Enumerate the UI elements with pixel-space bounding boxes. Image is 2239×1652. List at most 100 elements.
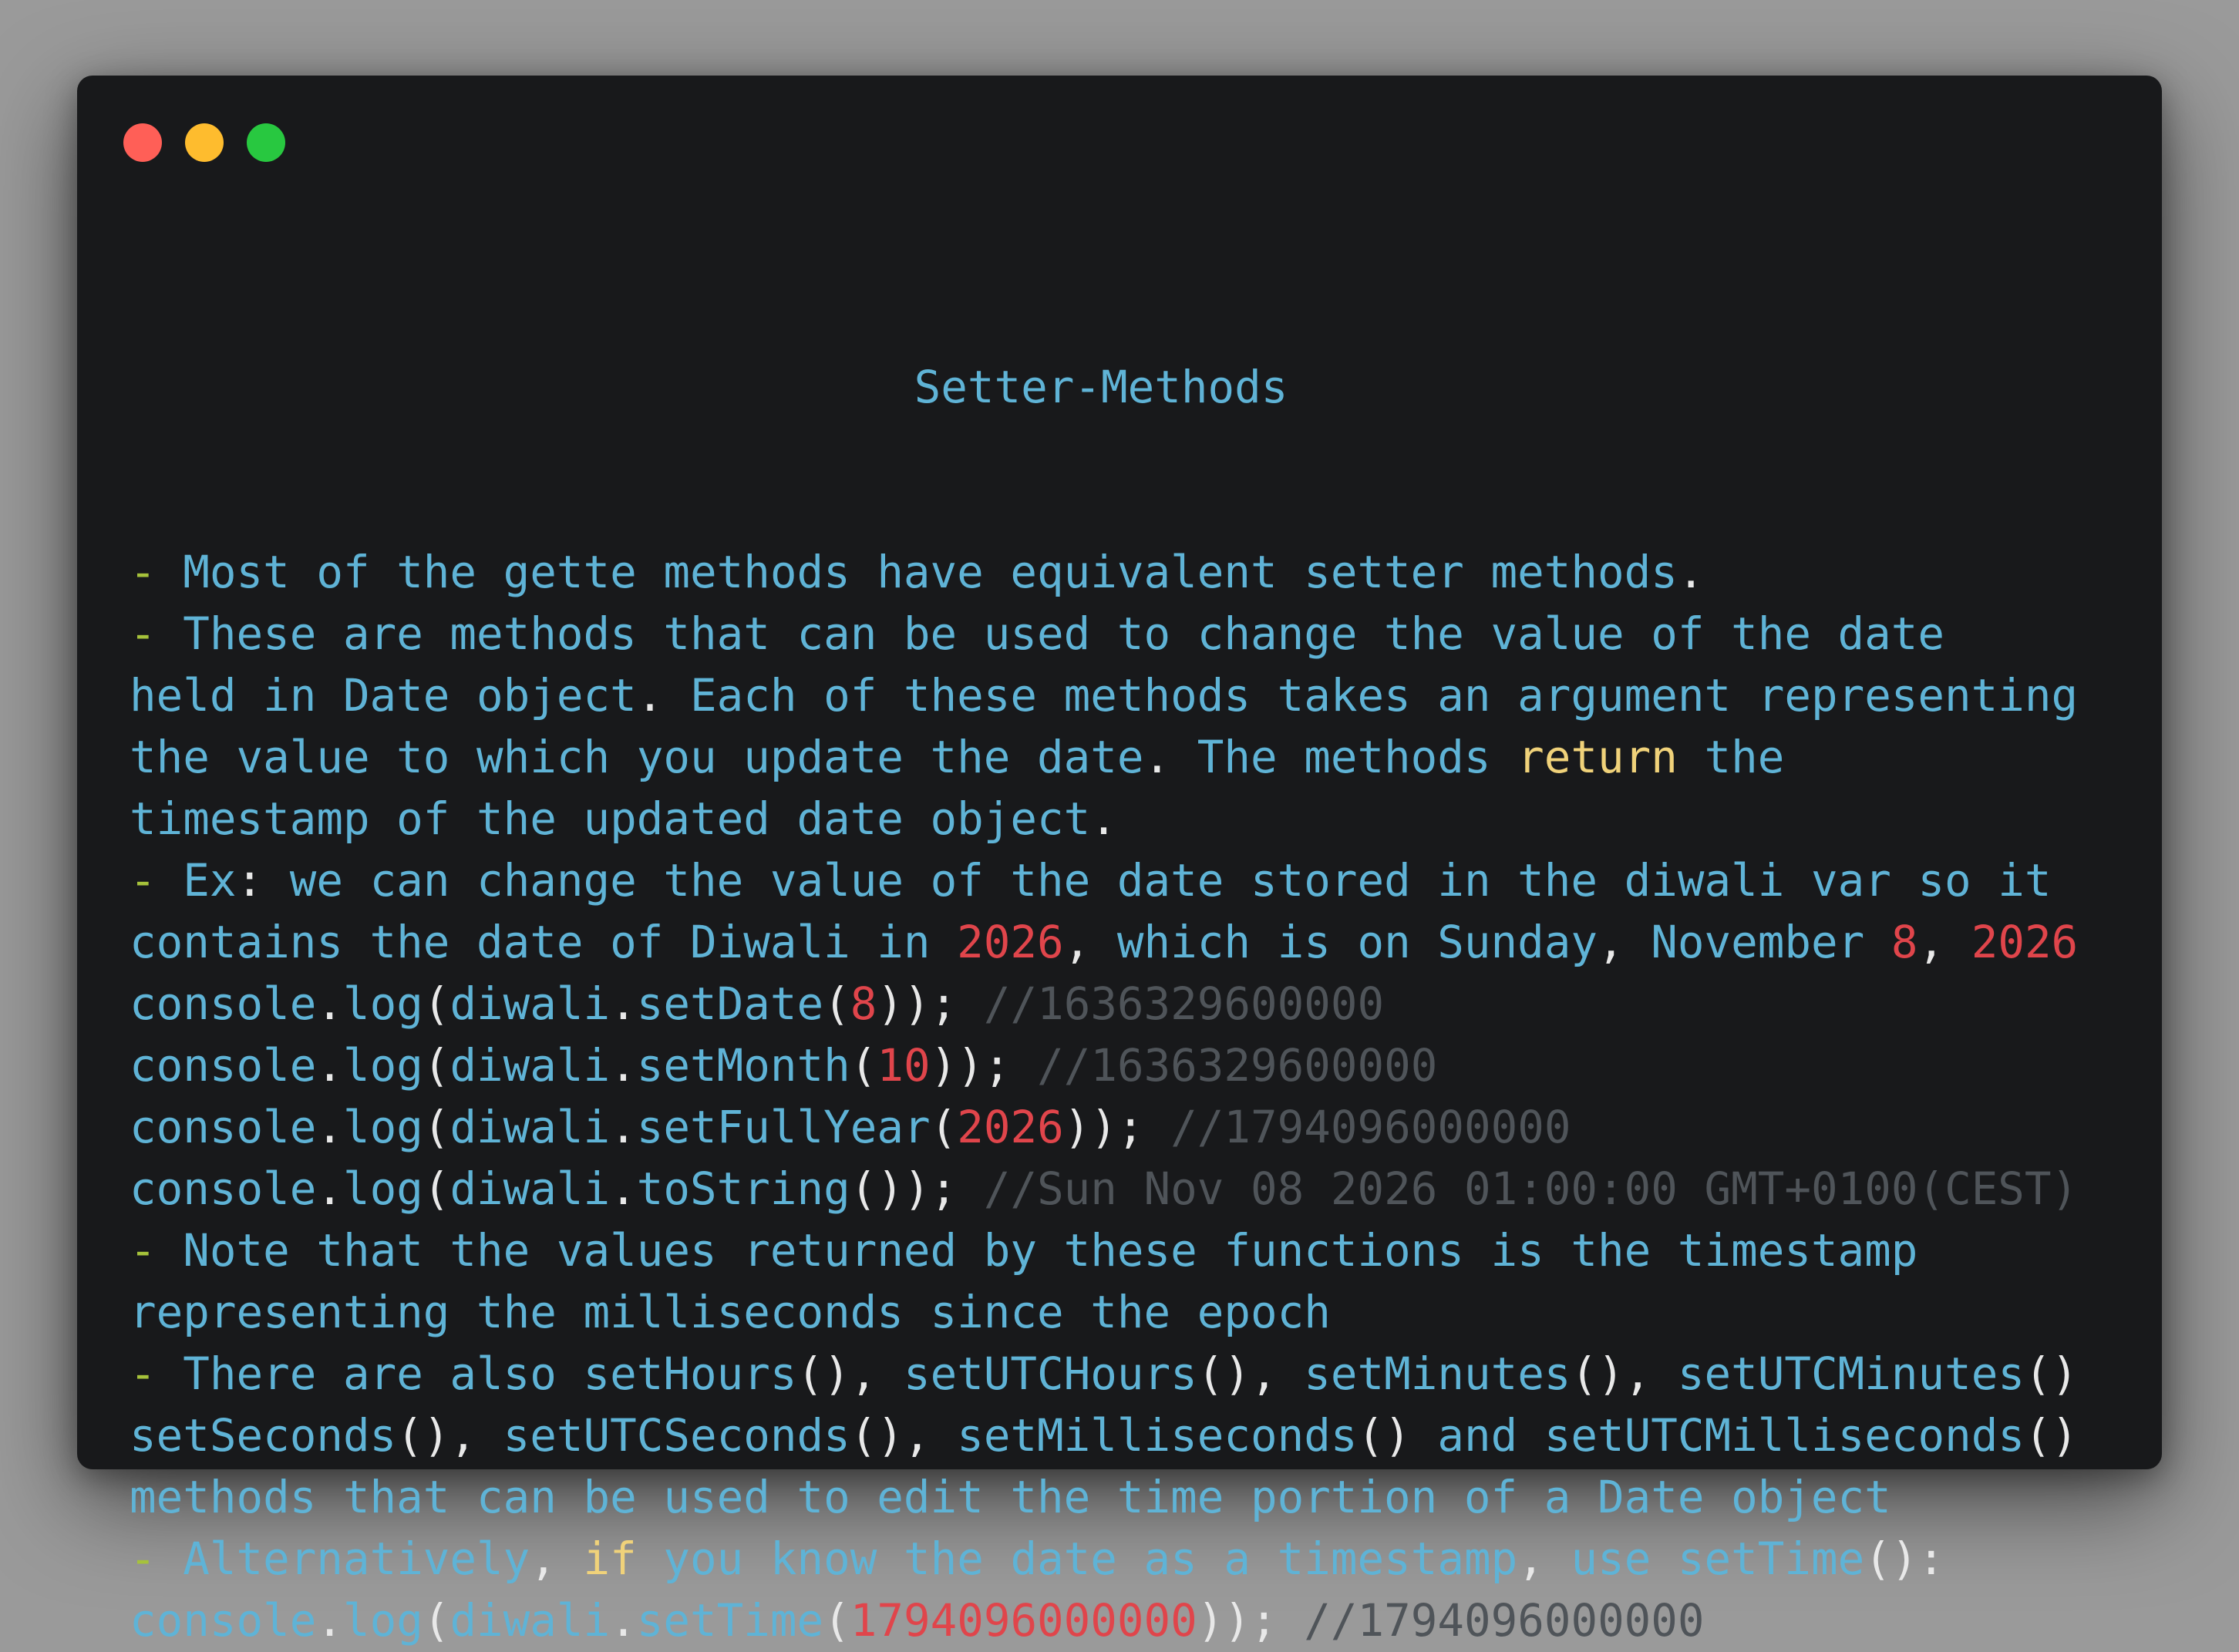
code-token: setUTCMinutes [1677,1348,2025,1400]
code-token: setFullYear [636,1102,931,1153]
code-token: . [316,978,343,1030]
code-line: - There are also setHours(), setUTCHours… [130,1344,2119,1405]
code-token: Each of these methods takes an argument … [690,670,2079,722]
code-token: () [2024,1348,2079,1400]
code-token: we can change the value of the date stor… [289,855,2052,907]
code-line: - Note that the values returned by these… [130,1220,2119,1282]
code-block: Setter-Methods - Most of the gette metho… [130,234,2119,1652]
code-token: ( [930,1102,958,1153]
code-line: contains the date of Diwali in 2026, whi… [130,912,2119,974]
code-token: setSeconds [130,1410,397,1462]
code-token: console [130,1040,317,1092]
code-window: Setter-Methods - Most of the gette metho… [77,76,2162,1647]
code-line: console.log(diwali.setTime(1794096000000… [130,1590,2119,1652]
code-line: the value to which you update the date. … [130,727,2119,789]
code-line: methods that can be used to edit the tim… [130,1467,2119,1529]
code-token: ( [423,1595,450,1647]
close-icon[interactable] [123,123,162,162]
code-token: contains the date of Diwali in [130,917,958,968]
code-token: () [1357,1410,1438,1462]
code-token: . [1090,793,1117,845]
code-token: )); [1197,1595,1305,1647]
code-token: ( [423,1040,450,1092]
code-token: . [316,1163,343,1215]
code-token: log [342,1163,423,1215]
code-token: and setUTCMilliseconds [1437,1410,2025,1462]
code-token: diwali [449,1040,611,1092]
code-token: which is on Sunday [1116,917,1598,968]
code-token: setTime [636,1595,824,1647]
code-token: log [342,1595,423,1647]
code-token: console [130,1102,317,1153]
code-line: console.log(diwali.toString()); //Sun No… [130,1159,2119,1220]
code-token: setUTCHours [903,1348,1197,1400]
code-token: log [342,978,423,1030]
code-token: , [1063,917,1117,968]
code-token: use setTime [1571,1533,1865,1585]
code-token: return [1517,732,1678,783]
code-token: , [1598,917,1651,968]
code-token: 2026 [957,917,1064,968]
code-token: . [610,978,637,1030]
code-token: //1794096000000 [1170,1102,1571,1153]
code-token: setMilliseconds [957,1410,1358,1462]
code-token: , [1517,1533,1571,1585]
code-token: (), [1571,1348,1678,1400]
code-token: setUTCSeconds [503,1410,850,1462]
window-controls [123,123,285,162]
code-token: : [236,855,290,907]
code-token: . [610,1163,637,1215]
code-token: diwali [449,978,611,1030]
code-line: console.log(diwali.setDate(8)); //163632… [130,974,2119,1035]
code-token: )); [930,1040,1038,1092]
code-token: . [610,1595,637,1647]
code-title: Setter-Methods [914,362,1288,413]
code-token: (): [1864,1533,1945,1585]
code-token: you know the date as a timestamp [636,1533,1518,1585]
code-token: (), [396,1410,503,1462]
code-token: - [130,547,183,598]
code-token: console [130,978,317,1030]
code-token: Alternatively [183,1533,530,1585]
code-token: . [610,1102,637,1153]
code-token: if [583,1533,637,1585]
maximize-icon[interactable] [247,123,285,162]
code-token: )); [877,978,984,1030]
code-token: setMinutes [1304,1348,1571,1400]
code-line: - Ex: we can change the value of the dat… [130,850,2119,912]
code-token: ( [823,1595,850,1647]
code-token: 8 [1891,917,1918,968]
code-token: Ex [183,855,237,907]
code-token: representing the milliseconds since the … [130,1287,1331,1338]
minimize-icon[interactable] [185,123,224,162]
code-line: representing the milliseconds since the … [130,1282,2119,1344]
code-token: ( [423,1163,450,1215]
code-token: log [342,1102,423,1153]
code-token: ()); [850,1163,984,1215]
code-token: 8 [850,978,877,1030]
code-token: ( [850,1040,877,1092]
code-token: November [1651,917,1891,968]
code-line: timestamp of the updated date object. [130,789,2119,850]
code-line: setSeconds(), setUTCSeconds(), setMillis… [130,1405,2119,1467]
code-token: The methods [1197,732,1518,783]
code-token: These are methods that can be used to ch… [183,608,1945,660]
code-token: )); [1063,1102,1171,1153]
code-token: . [316,1040,343,1092]
code-token: , [530,1533,584,1585]
code-token: - [130,1533,183,1585]
code-token: Most of the gette methods have equivalen… [183,547,1678,598]
code-token: diwali [449,1595,611,1647]
code-token: //Sun Nov 08 2026 01:00:00 GMT+0100(CEST… [983,1163,2079,1215]
code-token: toString [636,1163,850,1215]
code-token: . [1677,547,1705,598]
code-token: 2026 [1971,917,2079,968]
code-token: log [342,1040,423,1092]
code-token: (), [850,1410,958,1462]
code-line: console.log(diwali.setMonth(10)); //1636… [130,1035,2119,1097]
code-token: held in Date object [130,670,637,722]
code-token: - [130,1225,183,1277]
code-line: - These are methods that can be used to … [130,604,2119,665]
code-token: //1636329600000 [983,978,1385,1030]
code-token: . [316,1595,343,1647]
